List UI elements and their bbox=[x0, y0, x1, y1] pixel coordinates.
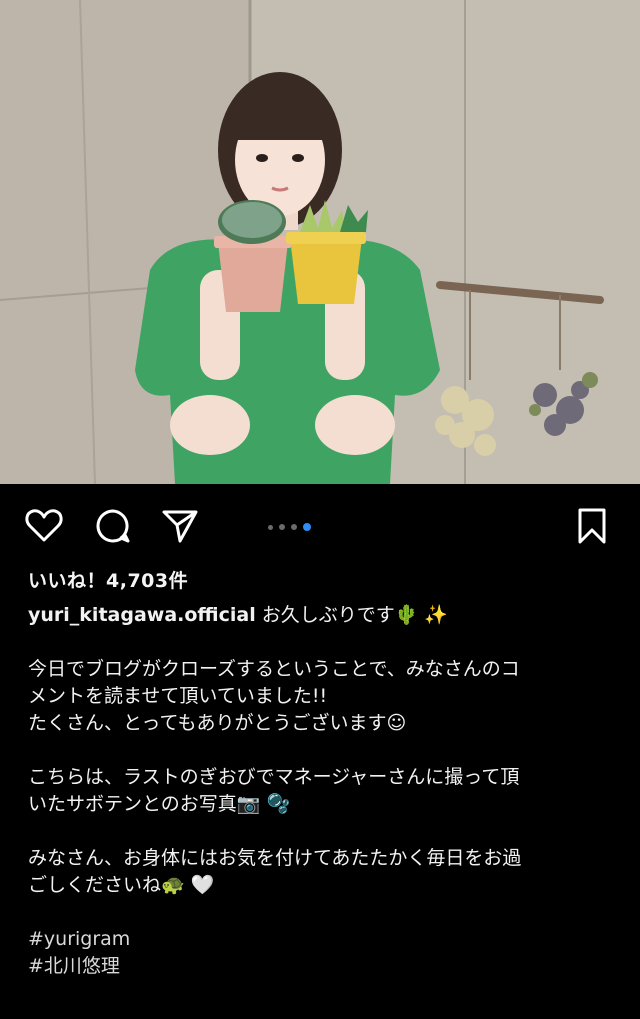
likes-count[interactable]: いいね！4,703件 bbox=[28, 566, 188, 593]
caption-line: いたサボテンとのお写真📷 🫧 bbox=[28, 793, 291, 815]
caption-line: ごしくださいね🐢 🤍 bbox=[28, 874, 215, 896]
hashtag-link[interactable]: #北川悠理 bbox=[28, 953, 618, 980]
caption-line: みなさん、お身体にはお気を付けてあたたかく毎日をお過 bbox=[28, 847, 522, 869]
carousel-indicator bbox=[268, 523, 311, 531]
post-caption: yuri_kitagawa.official お久しぶりです🌵 ✨ 今日でブログが… bbox=[28, 602, 618, 980]
bookmark-icon[interactable] bbox=[572, 506, 612, 546]
heart-icon[interactable] bbox=[24, 506, 64, 546]
post-photo[interactable] bbox=[0, 0, 640, 484]
photo-illustration bbox=[0, 0, 640, 484]
comment-icon[interactable] bbox=[93, 506, 133, 546]
caption-line: たくさん、とってもありがとうございます☺ bbox=[28, 712, 407, 734]
caption-line: こちらは、ラストのぎおびでマネージャーさんに撮って頂 bbox=[28, 766, 520, 788]
caption-line: 今日でブログがクローズするということで、みなさんのコ bbox=[28, 658, 520, 680]
carousel-dot bbox=[268, 524, 273, 530]
caption-first-line: yuri_kitagawa.official お久しぶりです🌵 ✨ bbox=[28, 602, 618, 629]
username-link[interactable]: yuri_kitagawa.official bbox=[28, 604, 256, 626]
carousel-dot bbox=[279, 524, 285, 530]
carousel-dot-active bbox=[303, 523, 311, 531]
send-icon[interactable] bbox=[160, 506, 200, 546]
caption-line: メントを読ませて頂いていました!! bbox=[28, 685, 328, 707]
post-action-bar bbox=[0, 484, 640, 562]
carousel-dot bbox=[291, 524, 297, 530]
hashtag-link[interactable]: #yurigram bbox=[28, 926, 618, 953]
caption-greeting: お久しぶりです🌵 ✨ bbox=[261, 604, 449, 626]
